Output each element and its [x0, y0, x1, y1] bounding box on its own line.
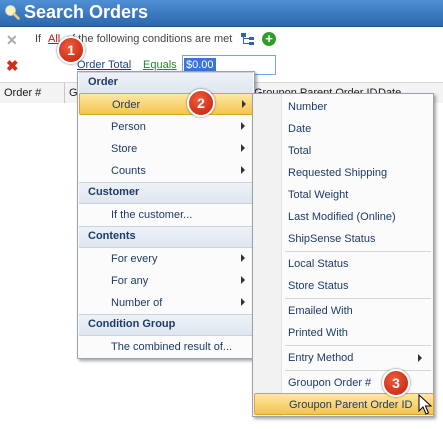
submenu-item-last-modified[interactable]: Last Modified (Online)	[254, 206, 432, 228]
filter-prefix: If	[35, 33, 42, 45]
submenu-arrow-icon	[242, 100, 246, 108]
submenu-item-date[interactable]: Date	[254, 118, 432, 140]
menu-item-for-any[interactable]: For any	[79, 270, 253, 292]
submenu-item-printed-with[interactable]: Printed With	[254, 322, 432, 344]
menu-item-person[interactable]: Person	[79, 116, 253, 138]
menu-section-order: Order	[79, 72, 253, 94]
submenu-arrow-icon	[241, 298, 245, 306]
mouse-pointer-icon	[418, 394, 432, 415]
submenu-arrow-icon	[418, 354, 422, 362]
submenu-item-local-status[interactable]: Local Status	[254, 253, 432, 275]
menu-separator	[285, 345, 431, 346]
submenu-arrow-icon	[241, 122, 245, 130]
submenu-item-shipsense-status[interactable]: ShipSense Status	[254, 228, 432, 250]
order-submenu: Number Date Total Requested Shipping Tot…	[252, 93, 434, 417]
submenu-item-number[interactable]: Number	[254, 96, 432, 118]
submenu-item-entry-method[interactable]: Entry Method	[254, 347, 432, 369]
submenu-arrow-icon	[241, 166, 245, 174]
condition-value-text: $0.00	[184, 58, 216, 72]
submenu-item-requested-shipping[interactable]: Requested Shipping	[254, 162, 432, 184]
condition-operator-link[interactable]: Equals	[143, 59, 177, 71]
menu-item-for-every[interactable]: For every	[79, 248, 253, 270]
menu-item-if-customer[interactable]: If the customer...	[79, 204, 253, 226]
menu-item-store[interactable]: Store	[79, 138, 253, 160]
step-badge-3: 3	[382, 369, 410, 397]
submenu-item-groupon-parent-order-id[interactable]: Groupon Parent Order ID	[254, 393, 434, 415]
submenu-arrow-icon	[241, 144, 245, 152]
submenu-item-total[interactable]: Total	[254, 140, 432, 162]
menu-section-condition-group: Condition Group	[79, 314, 253, 336]
submenu-item-store-status[interactable]: Store Status	[254, 275, 432, 297]
window-title: Search Orders	[24, 2, 149, 22]
remove-icon-disabled: ✕	[6, 32, 18, 48]
menu-separator	[285, 298, 431, 299]
submenu-item-emailed-with[interactable]: Emailed With	[254, 300, 432, 322]
search-icon	[5, 5, 20, 20]
condition-field-link[interactable]: Order Total	[77, 59, 131, 71]
remove-condition-icon[interactable]: ✖	[6, 57, 19, 75]
submenu-arrow-icon	[241, 254, 245, 262]
menu-separator	[285, 370, 431, 371]
title-bar: Search Orders	[0, 0, 443, 27]
step-badge-1: 1	[57, 36, 85, 64]
menu-item-order[interactable]: Order	[79, 93, 255, 115]
menu-section-customer: Customer	[79, 182, 253, 204]
condition-field-menu: Order Order Person Store Counts Customer…	[77, 71, 255, 359]
submenu-arrow-icon	[241, 276, 245, 284]
menu-section-contents: Contents	[79, 226, 253, 248]
menu-item-combined-result[interactable]: The combined result of...	[79, 336, 253, 358]
menu-item-number-of[interactable]: Number of	[79, 292, 253, 314]
menu-separator	[285, 251, 431, 252]
submenu-item-total-weight[interactable]: Total Weight	[254, 184, 432, 206]
add-group-icon[interactable]	[241, 33, 255, 45]
add-condition-icon[interactable]: +	[262, 32, 276, 46]
column-divider	[64, 83, 65, 103]
filter-suffix: of the following conditions are met	[66, 33, 233, 45]
menu-item-counts[interactable]: Counts	[79, 160, 253, 182]
column-order-number[interactable]: Order #	[4, 87, 41, 99]
step-badge-2: 2	[187, 89, 215, 117]
